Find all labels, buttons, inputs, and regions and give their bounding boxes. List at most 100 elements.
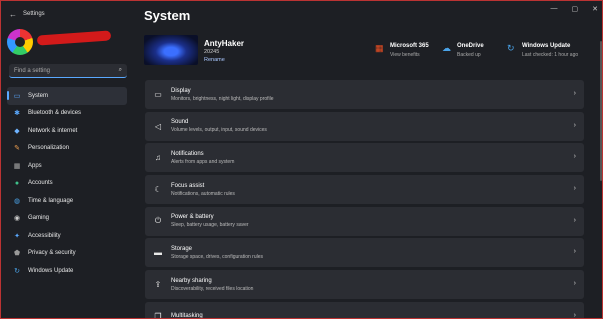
chevron-right-icon: › <box>573 248 576 256</box>
sidebar-item-label: Personalization <box>28 145 70 152</box>
card-title: Storage <box>171 245 193 252</box>
device-info: AntyHaker 20245 Rename <box>144 35 364 67</box>
settings-card-display[interactable]: ▭ Display Monitors, brightness, night ligh… <box>145 80 584 109</box>
search-icon[interactable]: ⌕ <box>119 67 122 74</box>
status-title: OneDrive <box>457 43 484 49</box>
sidebar-item-privacy-security[interactable]: ⬟ Privacy & security <box>7 245 127 263</box>
card-subtitle: Volume levels, output, input, sound devi… <box>171 127 267 134</box>
apps-icon: ▦ <box>13 162 21 170</box>
microsoft365-icon: ▦ <box>375 43 384 53</box>
moon-icon: ☾ <box>154 185 162 195</box>
sidebar-item-label: Accounts <box>28 180 53 187</box>
settings-card-power-battery[interactable]: ⏻ Power & battery Sleep, battery usage, ba… <box>145 206 584 236</box>
close-icon[interactable]: ✕ <box>592 5 598 13</box>
back-arrow-icon[interactable]: ← <box>9 10 19 19</box>
sidebar-item-label: Bluetooth & devices <box>28 110 82 117</box>
page-title: System <box>144 8 191 23</box>
card-subtitle: Notifications, automatic rules <box>171 190 235 197</box>
settings-cards: ▭ Display Monitors, brightness, night ligh… <box>145 80 584 319</box>
sidebar-item-label: Accessibility <box>28 232 61 239</box>
settings-card-sound[interactable]: ◁ Sound Volume levels, output, input, soun… <box>145 111 584 141</box>
gamepad-icon: ◉ <box>13 215 21 223</box>
status-title: Microsoft 365 <box>390 43 429 49</box>
minimize-icon[interactable]: — <box>551 5 558 13</box>
card-title: Multitasking <box>171 313 203 319</box>
status-tile-windows-update[interactable]: ↻ Windows Update Last checked: 1 hour ago <box>507 43 578 61</box>
maximize-icon[interactable]: ▢ <box>572 5 579 13</box>
settings-card-storage[interactable]: ▬ Storage Storage space, drives, configura… <box>145 238 584 268</box>
sidebar-item-personalization[interactable]: ✎ Personalization <box>7 140 127 158</box>
sidebar-item-label: Gaming <box>28 215 50 222</box>
chevron-right-icon: › <box>573 311 576 319</box>
card-title: Sound <box>171 119 189 126</box>
device-model: 20245 <box>204 49 220 55</box>
sidebar-item-windows-update[interactable]: ↻ Windows Update <box>7 262 127 280</box>
card-title: Notifications <box>171 150 204 157</box>
monitor-icon: ▭ <box>13 92 21 100</box>
sidebar-item-label: Apps <box>28 162 42 169</box>
sidebar: ← Settings Find a setting ⌕ ▭ System ✱ Blue… <box>1 1 135 318</box>
network-icon: ◆ <box>14 127 20 135</box>
chevron-right-icon: › <box>573 280 576 288</box>
window-controls: — ▢ ✕ <box>551 5 599 13</box>
display-icon: ▭ <box>154 90 162 99</box>
storage-icon: ▬ <box>154 248 162 258</box>
status-title: Windows Update <box>522 43 571 49</box>
card-title: Nearby sharing <box>171 277 212 284</box>
search-input[interactable]: Find a setting ⌕ <box>9 64 127 78</box>
accessibility-icon: ✦ <box>14 232 20 240</box>
card-subtitle: Monitors, brightness, night light, displ… <box>171 95 274 102</box>
device-wallpaper-thumbnail <box>144 35 198 65</box>
status-subtitle: View benefits <box>390 52 420 58</box>
settings-card-focus-assist[interactable]: ☾ Focus assist Notifications, automatic ru… <box>145 175 584 205</box>
brush-icon: ✎ <box>14 145 20 153</box>
chevron-right-icon: › <box>573 121 576 129</box>
speaker-icon: ◁ <box>154 121 162 131</box>
status-subtitle: Backed up <box>457 52 481 58</box>
update-icon: ↻ <box>507 43 515 53</box>
main-content: System — ▢ ✕ AntyHaker 20245 Rename ▦ Mic… <box>135 1 602 319</box>
update-icon: ↻ <box>14 267 20 275</box>
chevron-right-icon: › <box>573 90 576 97</box>
sidebar-item-label: Privacy & security <box>28 250 76 257</box>
sidebar-item-label: Windows Update <box>28 267 74 274</box>
sidebar-item-network-internet[interactable]: ◆ Network & internet <box>7 122 127 140</box>
sidebar-item-apps[interactable]: ▦ Apps <box>7 157 127 175</box>
settings-card-notifications[interactable]: ♫ Notifications Alerts from apps and syste… <box>145 143 584 173</box>
sidebar-item-time-language[interactable]: ◍ Time & language <box>7 192 127 210</box>
device-name: AntyHaker <box>204 39 245 48</box>
power-icon: ⏻ <box>154 216 162 226</box>
chevron-right-icon: › <box>573 185 576 193</box>
shield-icon: ⬟ <box>13 250 21 258</box>
globe-icon: ◍ <box>13 197 21 205</box>
chevron-right-icon: › <box>573 153 576 161</box>
card-title: Display <box>171 87 191 94</box>
card-subtitle: Discoverability, received files location <box>171 285 254 292</box>
sidebar-item-system[interactable]: ▭ System <box>7 87 127 105</box>
sidebar-item-label: Time & language <box>28 197 74 204</box>
sidebar-item-label: Network & internet <box>28 127 78 134</box>
sidebar-item-gaming[interactable]: ◉ Gaming <box>7 210 127 228</box>
redacted-username <box>36 30 112 46</box>
card-subtitle: Storage space, drives, configuration rul… <box>171 253 263 260</box>
app-title: Settings <box>23 11 45 17</box>
settings-card-multitasking[interactable]: ❐ Multitasking › <box>145 301 584 319</box>
settings-card-nearby-sharing[interactable]: ⇪ Nearby sharing Discoverability, received… <box>145 270 584 300</box>
status-tile-onedrive[interactable]: ☁ OneDrive Backed up <box>442 43 484 61</box>
card-subtitle: Sleep, battery usage, battery saver <box>171 222 249 229</box>
sidebar-item-bluetooth-devices[interactable]: ✱ Bluetooth & devices <box>7 105 127 123</box>
rename-link[interactable]: Rename <box>204 57 225 63</box>
sidebar-item-accessibility[interactable]: ✦ Accessibility <box>7 227 127 245</box>
avatar <box>7 29 33 55</box>
sidebar-nav: ▭ System ✱ Bluetooth & devices ◆ Network & in… <box>7 87 127 280</box>
chevron-right-icon: › <box>573 216 576 224</box>
search-placeholder: Find a setting <box>14 67 51 74</box>
title-bar: ← Settings <box>1 1 135 27</box>
person-icon: ● <box>14 179 20 187</box>
status-tile-microsoft-365[interactable]: ▦ Microsoft 365 View benefits <box>375 43 429 61</box>
user-profile[interactable] <box>7 29 131 55</box>
card-title: Power & battery <box>171 214 214 221</box>
sidebar-item-label: System <box>28 92 49 99</box>
sidebar-item-accounts[interactable]: ● Accounts <box>7 175 127 193</box>
scrollbar[interactable] <box>600 41 602 181</box>
